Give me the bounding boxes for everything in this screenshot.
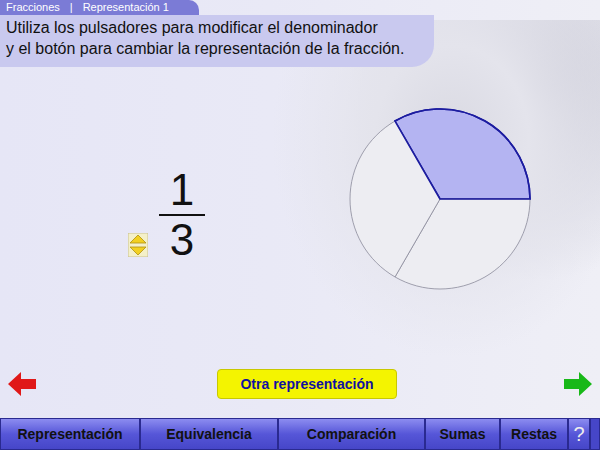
other-representation-button[interactable]: Otra representación	[217, 369, 396, 399]
nav-button[interactable]: ?	[568, 418, 590, 450]
pie-chart	[348, 107, 532, 291]
numerator: 1	[162, 168, 202, 212]
denominator-spinner[interactable]	[128, 223, 148, 257]
actions-row: Otra representación	[0, 358, 600, 410]
fractions-screen: Fracciones | Representación 1 Utiliza lo…	[0, 0, 600, 450]
main-area: 1 3	[0, 67, 600, 358]
pie-slice	[350, 121, 440, 277]
up-down-icon[interactable]	[128, 233, 148, 257]
right-arrow-icon[interactable]	[564, 372, 592, 396]
left-arrow-icon[interactable]	[8, 372, 36, 396]
nav-button[interactable]: Equivalencia	[140, 418, 278, 450]
nav-button[interactable]: Representación	[0, 418, 140, 450]
breadcrumb-item: Fracciones	[6, 1, 60, 14]
instruction-line: y el botón para cambiar la representació…	[6, 38, 404, 59]
breadcrumb: Fracciones | Representación 1	[0, 0, 199, 15]
nav-button[interactable]: Restas	[500, 418, 568, 450]
fraction-bar	[159, 214, 205, 216]
nav-end	[590, 418, 600, 450]
breadcrumb-separator: |	[70, 1, 73, 14]
nav-button[interactable]: Sumas	[425, 418, 500, 450]
header: Fracciones | Representación 1 Utiliza lo…	[0, 0, 600, 67]
nav-button[interactable]: Comparación	[278, 418, 425, 450]
instruction-line: Utiliza los pulsadores para modificar el…	[6, 17, 404, 38]
instructions: Utiliza los pulsadores para modificar el…	[0, 15, 434, 67]
fraction: 1 3	[128, 144, 202, 262]
denominator: 3	[162, 218, 202, 262]
breadcrumb-item: Representación 1	[83, 1, 169, 14]
nav-bar: RepresentaciónEquivalenciaComparaciónSum…	[0, 418, 600, 450]
